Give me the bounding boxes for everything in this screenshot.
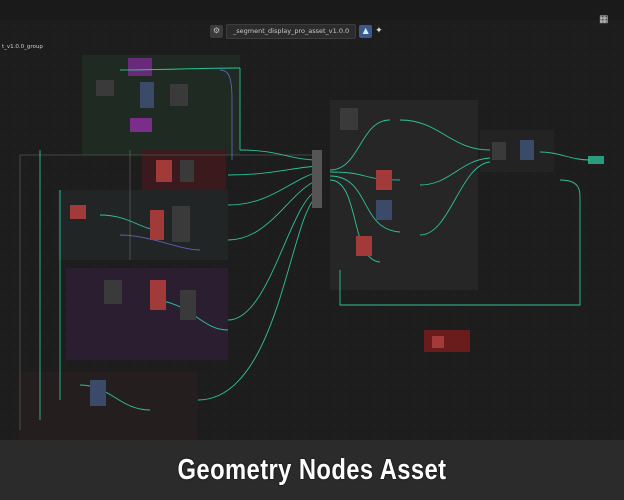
graph-node[interactable] xyxy=(356,236,372,256)
caption-band: Geometry Nodes Asset xyxy=(0,440,624,500)
frame-purple-lower[interactable] xyxy=(66,268,228,360)
graph-node[interactable] xyxy=(340,108,358,130)
graph-node[interactable] xyxy=(376,170,392,190)
graph-node[interactable] xyxy=(312,150,322,208)
graph-node[interactable] xyxy=(180,160,194,182)
graph-node[interactable] xyxy=(170,84,188,106)
graph-node[interactable] xyxy=(104,280,122,304)
graph-node[interactable] xyxy=(150,210,164,240)
graph-node[interactable] xyxy=(70,205,86,219)
graph-node[interactable] xyxy=(150,280,166,310)
frame-right[interactable] xyxy=(480,130,554,172)
graph-node[interactable] xyxy=(156,160,172,182)
graph-node[interactable] xyxy=(172,206,190,242)
graph-node[interactable] xyxy=(140,82,154,108)
frame-red-small[interactable] xyxy=(424,330,470,352)
graph-node[interactable] xyxy=(492,142,506,160)
frame-mid-left[interactable] xyxy=(58,190,228,260)
frame-top-left-purple[interactable] xyxy=(128,58,152,76)
graph-node[interactable] xyxy=(96,80,114,96)
frame-bottom-left[interactable] xyxy=(18,372,198,440)
graph-node[interactable] xyxy=(520,140,534,160)
link xyxy=(227,179,319,241)
graph-node[interactable] xyxy=(130,118,152,132)
caption-title: Geometry Nodes Asset xyxy=(177,453,447,486)
graph-node[interactable] xyxy=(432,336,444,348)
node-graph xyxy=(18,55,604,440)
graph-node[interactable] xyxy=(588,156,604,164)
frame-top-left[interactable] xyxy=(82,55,240,155)
graph-node[interactable] xyxy=(90,380,106,406)
node-editor-canvas[interactable]: ▦ ⚙ _segment_display_pro_asset_v1.0.0 ▲ … xyxy=(0,0,624,440)
link xyxy=(227,189,319,321)
graph-node[interactable] xyxy=(376,200,392,220)
link xyxy=(227,165,319,176)
graph-node[interactable] xyxy=(180,290,196,320)
